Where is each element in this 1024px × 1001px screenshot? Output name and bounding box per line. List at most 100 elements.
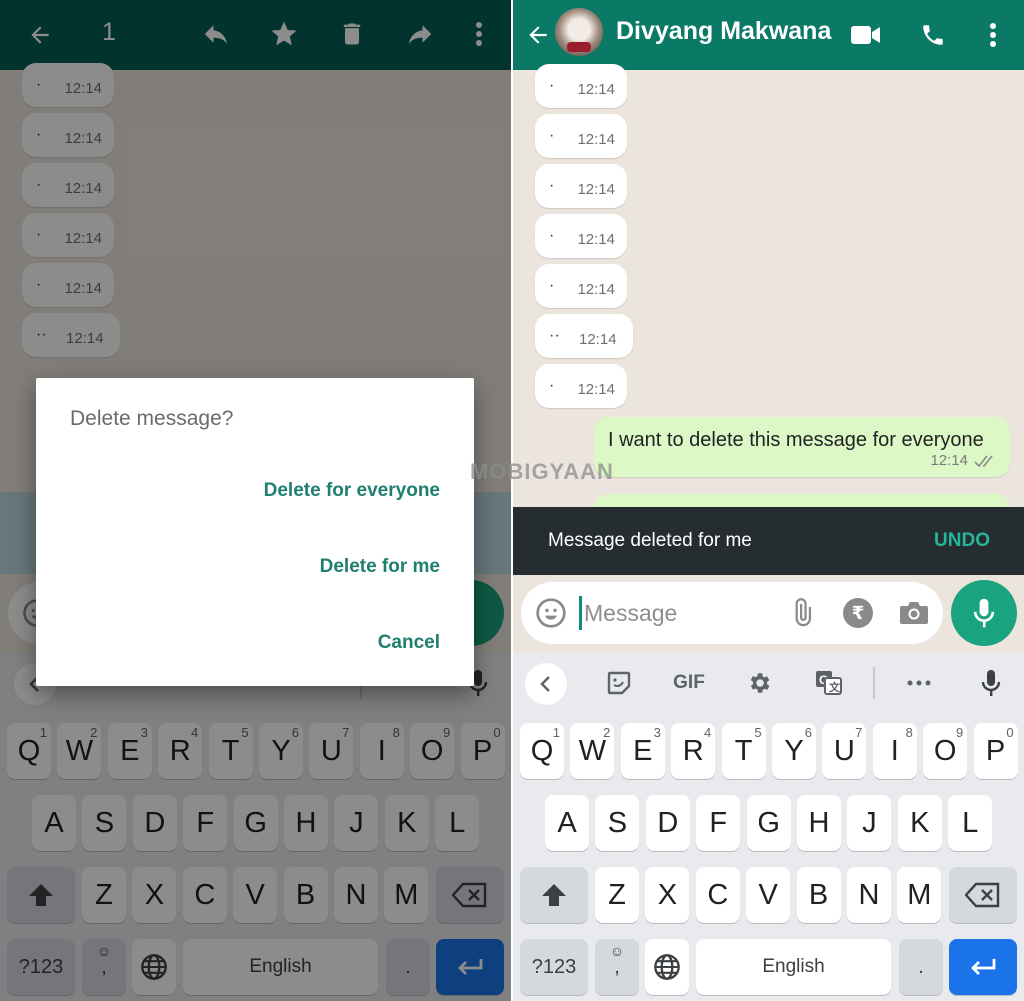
reply-button[interactable] xyxy=(196,14,236,54)
enter-key[interactable] xyxy=(436,939,504,995)
key-c[interactable]: C xyxy=(182,867,227,923)
key-d[interactable]: D xyxy=(645,795,690,851)
incoming-message[interactable]: ·· 12:14 xyxy=(535,314,633,358)
shift-key[interactable] xyxy=(520,867,588,923)
emoji-icon[interactable] xyxy=(535,597,567,629)
key-l[interactable]: L xyxy=(435,795,480,851)
key-o[interactable]: O9 xyxy=(410,723,455,779)
voice-record-button[interactable] xyxy=(951,580,1017,646)
key-x[interactable]: X xyxy=(645,867,690,923)
key-s[interactable]: S xyxy=(595,795,640,851)
period-key[interactable]: . xyxy=(899,939,943,995)
message-input[interactable]: Message xyxy=(579,596,761,630)
gif-button[interactable]: GIF xyxy=(669,663,709,703)
more-options-button[interactable] xyxy=(464,14,494,54)
key-a[interactable]: A xyxy=(32,795,76,851)
key-p[interactable]: P0 xyxy=(973,723,1018,779)
key-u[interactable]: U7 xyxy=(309,723,354,779)
key-v[interactable]: V xyxy=(233,867,278,923)
key-p[interactable]: P0 xyxy=(460,723,505,779)
key-j[interactable]: J xyxy=(847,795,892,851)
more-toolbar-button[interactable] xyxy=(901,663,937,703)
translate-button[interactable]: G文 xyxy=(811,663,847,703)
incoming-message[interactable]: · 12:14 xyxy=(535,264,627,308)
camera-icon[interactable] xyxy=(899,600,929,626)
undo-button[interactable]: UNDO xyxy=(934,530,990,552)
key-k[interactable]: K xyxy=(897,795,942,851)
key-u[interactable]: U7 xyxy=(822,723,867,779)
key-e[interactable]: E3 xyxy=(107,723,152,779)
more-options-button[interactable] xyxy=(978,15,1008,55)
star-button[interactable] xyxy=(264,14,304,54)
contact-avatar[interactable] xyxy=(555,8,603,56)
keyboard-collapse-button[interactable] xyxy=(525,663,567,705)
key-f[interactable]: F xyxy=(183,795,228,851)
key-l[interactable]: L xyxy=(948,795,993,851)
key-s[interactable]: S xyxy=(82,795,127,851)
message-composer[interactable]: Message ₹ xyxy=(521,582,943,644)
voice-call-button[interactable] xyxy=(913,15,953,55)
key-y[interactable]: Y6 xyxy=(772,723,816,779)
key-g[interactable]: G xyxy=(233,795,278,851)
key-b[interactable]: B xyxy=(796,867,841,923)
space-key[interactable]: English xyxy=(696,939,891,995)
incoming-message[interactable]: · 12:14 xyxy=(22,263,114,307)
key-h[interactable]: H xyxy=(797,795,841,851)
key-j[interactable]: J xyxy=(334,795,379,851)
key-e[interactable]: E3 xyxy=(620,723,665,779)
key-q[interactable]: Q1 xyxy=(7,723,51,779)
key-r[interactable]: R4 xyxy=(158,723,203,779)
key-n[interactable]: N xyxy=(334,867,378,923)
delete-for-everyone-button[interactable]: Delete for everyone xyxy=(264,480,440,502)
incoming-message[interactable]: · 12:14 xyxy=(535,164,627,208)
incoming-message[interactable]: · 12:14 xyxy=(22,213,114,257)
key-w[interactable]: W2 xyxy=(57,723,102,779)
incoming-message[interactable]: · 12:14 xyxy=(22,63,114,107)
key-i[interactable]: I8 xyxy=(872,723,917,779)
key-g[interactable]: G xyxy=(746,795,791,851)
incoming-message[interactable]: ·· 12:14 xyxy=(22,313,120,357)
key-c[interactable]: C xyxy=(695,867,740,923)
back-button[interactable] xyxy=(523,17,553,53)
key-t[interactable]: T5 xyxy=(721,723,766,779)
incoming-message[interactable]: · 12:14 xyxy=(535,64,627,108)
incoming-message[interactable]: · 12:14 xyxy=(535,214,627,258)
key-h[interactable]: H xyxy=(284,795,328,851)
key-m[interactable]: M xyxy=(897,867,942,923)
emoji-comma-key[interactable]: , ☺ xyxy=(595,939,639,995)
contact-name[interactable]: Divyang Makwana xyxy=(616,17,831,46)
forward-button[interactable] xyxy=(400,14,440,54)
key-i[interactable]: I8 xyxy=(359,723,404,779)
shift-key[interactable] xyxy=(7,867,75,923)
key-b[interactable]: B xyxy=(283,867,328,923)
backspace-key[interactable] xyxy=(949,867,1017,923)
back-button[interactable] xyxy=(22,17,58,53)
key-t[interactable]: T5 xyxy=(208,723,253,779)
enter-key[interactable] xyxy=(949,939,1017,995)
delete-for-me-button[interactable]: Delete for me xyxy=(320,556,440,578)
key-a[interactable]: A xyxy=(545,795,589,851)
key-x[interactable]: X xyxy=(132,867,177,923)
voice-input-button[interactable] xyxy=(973,663,1009,703)
key-k[interactable]: K xyxy=(384,795,429,851)
language-key[interactable] xyxy=(645,939,689,995)
key-o[interactable]: O9 xyxy=(923,723,968,779)
incoming-message[interactable]: · 12:14 xyxy=(535,114,627,158)
key-y[interactable]: Y6 xyxy=(259,723,303,779)
symbols-key[interactable]: ?123 xyxy=(7,939,75,995)
key-w[interactable]: W2 xyxy=(570,723,615,779)
key-d[interactable]: D xyxy=(132,795,177,851)
symbols-key[interactable]: ?123 xyxy=(520,939,588,995)
space-key[interactable]: English xyxy=(183,939,378,995)
key-n[interactable]: N xyxy=(847,867,891,923)
incoming-message[interactable]: · 12:14 xyxy=(22,113,114,157)
key-q[interactable]: Q1 xyxy=(520,723,564,779)
video-call-button[interactable] xyxy=(846,15,886,55)
key-z[interactable]: Z xyxy=(82,867,126,923)
outgoing-message[interactable]: I want to delete this message for everyo… xyxy=(594,417,1010,477)
key-z[interactable]: Z xyxy=(595,867,639,923)
key-f[interactable]: F xyxy=(696,795,741,851)
key-r[interactable]: R4 xyxy=(671,723,716,779)
attach-icon[interactable] xyxy=(787,598,817,628)
period-key[interactable]: . xyxy=(386,939,430,995)
